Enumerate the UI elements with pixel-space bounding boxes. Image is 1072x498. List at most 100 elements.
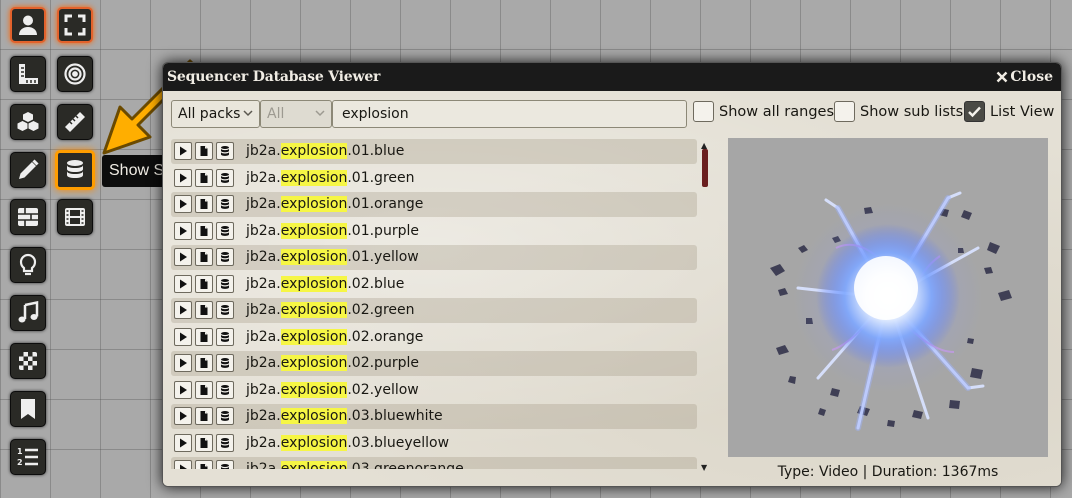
filter-bar: All packs All explosion	[171, 100, 687, 128]
entry-name[interactable]: jb2a.explosion.01.purple	[246, 222, 419, 239]
search-highlight: explosion	[280, 408, 348, 425]
region-button[interactable]	[10, 343, 46, 379]
entry-prefix: jb2a.	[246, 275, 281, 292]
search-input[interactable]: explosion	[332, 100, 687, 128]
play-button[interactable]	[174, 142, 192, 161]
copy-db-path-button[interactable]	[216, 433, 234, 452]
list-item[interactable]: jb2a.explosion.01.orange	[171, 192, 697, 217]
ambient-sound-button[interactable]	[10, 295, 46, 331]
entry-name[interactable]: jb2a.explosion.03.blueyellow	[246, 434, 449, 451]
copy-path-button[interactable]	[195, 221, 213, 240]
entry-name[interactable]: jb2a.explosion.01.yellow	[246, 249, 419, 266]
ruler-button[interactable]	[57, 104, 93, 140]
checkerboard-icon	[19, 352, 37, 370]
entry-name[interactable]: jb2a.explosion.01.orange	[246, 196, 423, 213]
scroll-down-icon[interactable]: ▼	[701, 463, 707, 472]
entry-name[interactable]: jb2a.explosion.01.green	[246, 169, 415, 186]
measure-controls-button[interactable]	[10, 56, 46, 92]
list-item[interactable]: jb2a.explosion.02.yellow	[171, 378, 697, 403]
copy-path-button[interactable]	[195, 354, 213, 373]
copy-path-button[interactable]	[195, 407, 213, 426]
show-sub-lists-toggle[interactable]: Show sub lists	[834, 101, 963, 122]
copy-db-path-button[interactable]	[216, 195, 234, 214]
list-item[interactable]: jb2a.explosion.03.greenorange	[171, 457, 697, 469]
play-button[interactable]	[174, 274, 192, 293]
copy-db-path-button[interactable]	[216, 407, 234, 426]
list-view-toggle[interactable]: List View	[964, 101, 1054, 122]
list-item[interactable]: jb2a.explosion.01.green	[171, 166, 697, 191]
journal-notes-button[interactable]	[10, 391, 46, 427]
sequencer-database-button[interactable]	[55, 150, 95, 190]
show-all-ranges-toggle[interactable]: Show all ranges	[693, 101, 834, 122]
list-item[interactable]: jb2a.explosion.03.bluewhite	[171, 404, 697, 429]
show-all-ranges-checkbox[interactable]	[693, 101, 714, 122]
copy-db-path-button[interactable]	[216, 327, 234, 346]
list-item[interactable]: jb2a.explosion.02.green	[171, 298, 697, 323]
copy-db-path-button[interactable]	[216, 380, 234, 399]
fullscreen-button[interactable]	[57, 7, 93, 43]
scroll-thumb[interactable]	[702, 149, 708, 187]
play-icon	[180, 385, 187, 395]
show-sub-lists-checkbox[interactable]	[834, 101, 855, 122]
copy-db-path-button[interactable]	[216, 248, 234, 267]
list-item[interactable]: jb2a.explosion.01.blue	[171, 139, 697, 164]
entry-name[interactable]: jb2a.explosion.02.blue	[246, 275, 404, 292]
copy-db-path-button[interactable]	[216, 354, 234, 373]
copy-path-button[interactable]	[195, 460, 213, 469]
copy-db-path-button[interactable]	[216, 168, 234, 187]
list-item[interactable]: jb2a.explosion.01.yellow	[171, 245, 697, 270]
tile-controls-button[interactable]	[10, 104, 46, 140]
copy-db-path-button[interactable]	[216, 142, 234, 161]
entry-name[interactable]: jb2a.explosion.02.purple	[246, 355, 419, 372]
list-view-checkbox[interactable]	[964, 101, 985, 122]
play-button[interactable]	[174, 354, 192, 373]
copy-path-button[interactable]	[195, 327, 213, 346]
play-button[interactable]	[174, 460, 192, 469]
copy-db-path-button[interactable]	[216, 274, 234, 293]
copy-db-path-button[interactable]	[216, 221, 234, 240]
database-icon	[221, 278, 229, 289]
copy-path-button[interactable]	[195, 380, 213, 399]
play-button[interactable]	[174, 301, 192, 320]
play-button[interactable]	[174, 433, 192, 452]
copy-path-button[interactable]	[195, 142, 213, 161]
list-item[interactable]: jb2a.explosion.01.purple	[171, 219, 697, 244]
copy-path-button[interactable]	[195, 168, 213, 187]
play-button[interactable]	[174, 248, 192, 267]
target-button[interactable]	[57, 56, 93, 92]
play-button[interactable]	[174, 221, 192, 240]
play-button[interactable]	[174, 195, 192, 214]
entry-name[interactable]: jb2a.explosion.02.orange	[246, 328, 423, 345]
list-item[interactable]: jb2a.explosion.02.blue	[171, 272, 697, 297]
entry-name[interactable]: jb2a.explosion.03.greenorange	[246, 461, 464, 469]
entry-name[interactable]: jb2a.explosion.02.green	[246, 302, 415, 319]
close-button[interactable]: Close	[996, 69, 1053, 85]
initiative-list-button[interactable]: 12	[10, 439, 46, 475]
token-controls-button[interactable]	[10, 7, 46, 43]
sub-select[interactable]: All	[260, 100, 332, 128]
play-button[interactable]	[174, 407, 192, 426]
play-button[interactable]	[174, 168, 192, 187]
list-scrollbar[interactable]: ▲ ▼	[701, 141, 709, 472]
lighting-controls-button[interactable]	[10, 247, 46, 283]
entry-prefix: jb2a.	[246, 461, 281, 469]
entry-name[interactable]: jb2a.explosion.01.blue	[246, 143, 404, 160]
play-button[interactable]	[174, 380, 192, 399]
list-item[interactable]: jb2a.explosion.02.purple	[171, 351, 697, 376]
sequencer-effects-button[interactable]	[57, 199, 93, 235]
copy-db-path-button[interactable]	[216, 460, 234, 469]
copy-db-path-button[interactable]	[216, 301, 234, 320]
list-item[interactable]: jb2a.explosion.03.blueyellow	[171, 431, 697, 456]
copy-path-button[interactable]	[195, 274, 213, 293]
copy-path-button[interactable]	[195, 301, 213, 320]
entry-name[interactable]: jb2a.explosion.02.yellow	[246, 381, 419, 398]
entry-name[interactable]: jb2a.explosion.03.bluewhite	[246, 408, 443, 425]
copy-path-button[interactable]	[195, 248, 213, 267]
play-button[interactable]	[174, 327, 192, 346]
pack-select[interactable]: All packs	[171, 100, 260, 128]
drawing-tools-button[interactable]	[10, 152, 46, 188]
wall-controls-button[interactable]	[10, 199, 46, 235]
list-item[interactable]: jb2a.explosion.02.orange	[171, 325, 697, 350]
copy-path-button[interactable]	[195, 433, 213, 452]
copy-path-button[interactable]	[195, 195, 213, 214]
